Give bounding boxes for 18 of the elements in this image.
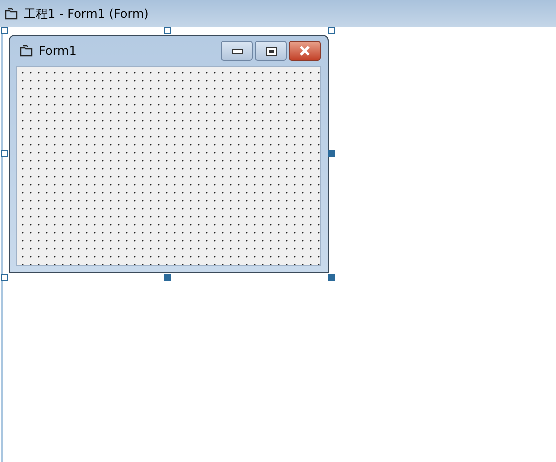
sizing-handle[interactable] bbox=[164, 274, 171, 281]
sizing-handle[interactable] bbox=[1, 27, 8, 34]
sizing-handle[interactable] bbox=[328, 27, 335, 34]
sizing-handle[interactable] bbox=[328, 150, 335, 157]
maximize-icon bbox=[266, 46, 276, 56]
form-icon bbox=[20, 45, 33, 57]
sizing-handle[interactable] bbox=[164, 27, 171, 34]
close-icon bbox=[299, 46, 311, 56]
window-title: 工程1 - Form1 (Form) bbox=[24, 6, 149, 22]
maximize-button[interactable] bbox=[255, 41, 287, 61]
close-button[interactable] bbox=[289, 41, 321, 61]
sizing-handle[interactable] bbox=[1, 274, 8, 281]
minimize-button[interactable] bbox=[221, 41, 253, 61]
minimize-icon bbox=[232, 48, 242, 54]
form-icon bbox=[5, 8, 18, 20]
sizing-handle[interactable] bbox=[1, 150, 8, 157]
sizing-handle[interactable] bbox=[328, 274, 335, 281]
form-title: Form1 bbox=[39, 43, 77, 60]
